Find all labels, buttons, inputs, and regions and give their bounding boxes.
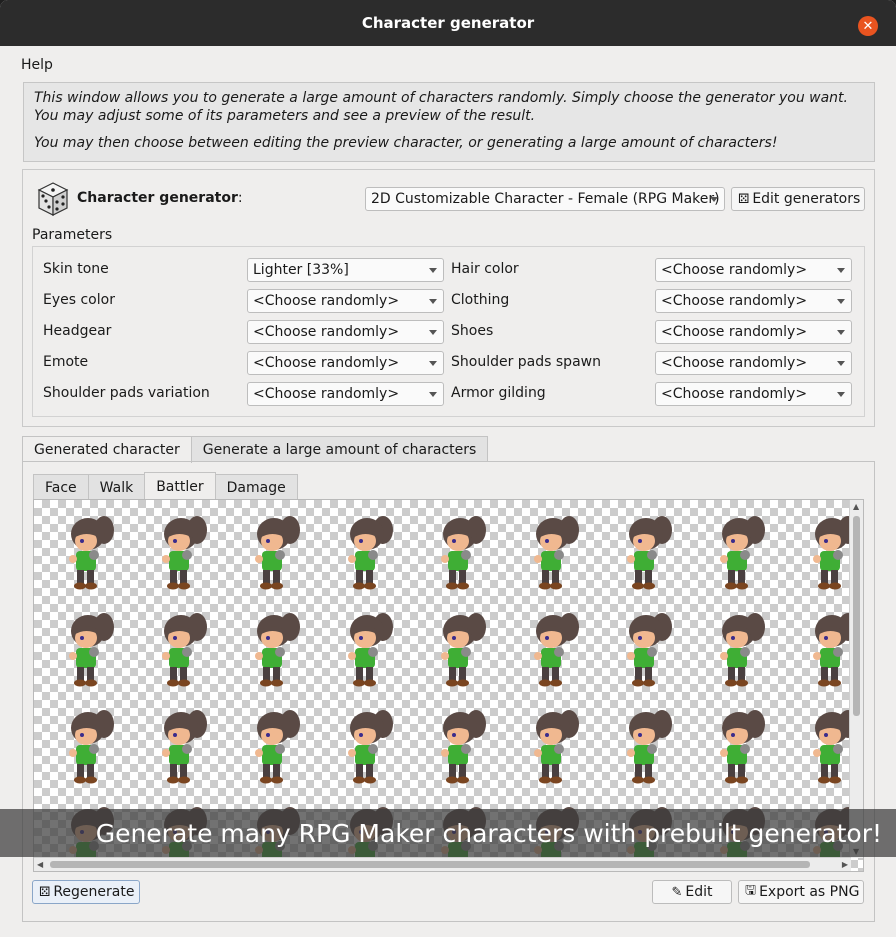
battler-sprite xyxy=(521,702,591,792)
hair-color-select[interactable]: <Choose randomly> xyxy=(655,258,852,282)
battler-sprite xyxy=(614,702,684,792)
dice-icon xyxy=(35,180,71,218)
clothing-select[interactable]: <Choose randomly> xyxy=(655,289,852,313)
tab-generated-character[interactable]: Generated character xyxy=(22,436,192,463)
chevron-down-icon xyxy=(429,268,437,273)
shoulder-pads-spawn-select[interactable]: <Choose randomly> xyxy=(655,351,852,375)
shoulder-pads-variation-select[interactable]: <Choose randomly> xyxy=(247,382,444,406)
param-label-shoes: Shoes xyxy=(451,323,493,339)
battler-sprite xyxy=(335,605,405,695)
menu-bar: Help xyxy=(21,57,53,73)
dice-icon: ⚄ xyxy=(738,192,749,207)
battler-sprite xyxy=(428,508,498,598)
chevron-down-icon xyxy=(429,392,437,397)
info-text-1: This window allows you to generate a lar… xyxy=(34,89,864,125)
outer-tab-bar: Generated character Generate a large amo… xyxy=(22,436,487,462)
tab-damage[interactable]: Damage xyxy=(215,474,298,500)
skin-tone-select[interactable]: Lighter [33%] xyxy=(247,258,444,282)
shoes-select[interactable]: <Choose randomly> xyxy=(655,320,852,344)
chevron-down-icon xyxy=(837,392,845,397)
battler-sprite xyxy=(521,605,591,695)
battler-sprite xyxy=(56,605,126,695)
battler-sprite xyxy=(707,508,777,598)
battler-sprite xyxy=(149,508,219,598)
horizontal-scrollbar[interactable]: ◀ ▶ xyxy=(34,857,851,871)
param-label-eyes-color: Eyes color xyxy=(43,292,115,308)
battler-sprite xyxy=(614,605,684,695)
param-label-armor-gilding: Armor gilding xyxy=(451,385,546,401)
inner-tab-bar: Face Walk Battler Damage xyxy=(33,474,297,500)
generator-select[interactable]: 2D Customizable Character - Female (RPG … xyxy=(365,187,725,211)
param-label-headgear: Headgear xyxy=(43,323,111,339)
battler-sprite xyxy=(56,508,126,598)
battler-sprite xyxy=(149,702,219,792)
battler-sprite xyxy=(335,702,405,792)
edit-button[interactable]: ✎ Edit xyxy=(652,880,732,904)
param-label-shoulder-pads-variation: Shoulder pads variation xyxy=(43,385,210,401)
vertical-scrollbar[interactable]: ▲ ▼ xyxy=(849,500,863,858)
headgear-select[interactable]: <Choose randomly> xyxy=(247,320,444,344)
parameters-label: Parameters xyxy=(32,227,112,243)
tab-walk[interactable]: Walk xyxy=(88,474,146,500)
tab-generate-many[interactable]: Generate a large amount of characters xyxy=(191,436,489,462)
tab-battler[interactable]: Battler xyxy=(144,472,215,500)
window-title: Character generator xyxy=(362,14,534,32)
scroll-left-icon[interactable]: ◀ xyxy=(37,860,43,869)
battler-sprite xyxy=(428,605,498,695)
eyes-color-select[interactable]: <Choose randomly> xyxy=(247,289,444,313)
battler-sprite xyxy=(521,508,591,598)
scrollbar-thumb[interactable] xyxy=(853,516,860,716)
scroll-up-icon[interactable]: ▲ xyxy=(853,502,859,511)
param-label-shoulder-pads-spawn: Shoulder pads spawn xyxy=(451,354,601,370)
param-label-emote: Emote xyxy=(43,354,88,370)
chevron-down-icon xyxy=(837,299,845,304)
scrollbar-thumb[interactable] xyxy=(50,861,810,868)
promo-banner: Generate many RPG Maker characters with … xyxy=(0,809,896,857)
battler-sprite xyxy=(242,508,312,598)
chevron-down-icon xyxy=(429,361,437,366)
emote-select[interactable]: <Choose randomly> xyxy=(247,351,444,375)
export-png-button[interactable]: 🖫 Export as PNG xyxy=(738,880,864,904)
param-label-clothing: Clothing xyxy=(451,292,509,308)
battler-sprite xyxy=(242,605,312,695)
menu-help[interactable]: Help xyxy=(21,57,53,73)
chevron-down-icon xyxy=(837,330,845,335)
chevron-down-icon xyxy=(429,330,437,335)
armor-gilding-select[interactable]: <Choose randomly> xyxy=(655,382,852,406)
edit-generators-button[interactable]: ⚄ Edit generators xyxy=(731,187,865,211)
scroll-right-icon[interactable]: ▶ xyxy=(842,860,848,869)
battler-sprite xyxy=(614,508,684,598)
battler-sprite xyxy=(242,702,312,792)
chevron-down-icon xyxy=(429,299,437,304)
info-box: This window allows you to generate a lar… xyxy=(23,82,875,162)
character-generator-window: Character generator ✕ Help This window a… xyxy=(0,0,896,937)
generator-label: Character generator: xyxy=(77,190,243,206)
chevron-down-icon xyxy=(710,197,718,202)
dice-icon: ⚄ xyxy=(39,885,50,900)
param-label-skin-tone: Skin tone xyxy=(43,261,109,277)
battler-sprite xyxy=(707,702,777,792)
battler-sprite xyxy=(149,605,219,695)
chevron-down-icon xyxy=(837,361,845,366)
tab-face[interactable]: Face xyxy=(33,474,89,500)
param-label-hair-color: Hair color xyxy=(451,261,519,277)
chevron-down-icon xyxy=(837,268,845,273)
close-icon[interactable]: ✕ xyxy=(858,16,878,36)
battler-sprite xyxy=(428,702,498,792)
title-bar: Character generator ✕ xyxy=(0,0,896,46)
battler-sprite xyxy=(335,508,405,598)
battler-sprite xyxy=(707,605,777,695)
pencil-icon: ✎ xyxy=(671,885,682,900)
regenerate-button[interactable]: ⚄ Regenerate xyxy=(32,880,140,904)
save-icon: 🖫 xyxy=(745,881,756,903)
info-text-2: You may then choose between editing the … xyxy=(34,134,864,152)
battler-sprite xyxy=(56,702,126,792)
